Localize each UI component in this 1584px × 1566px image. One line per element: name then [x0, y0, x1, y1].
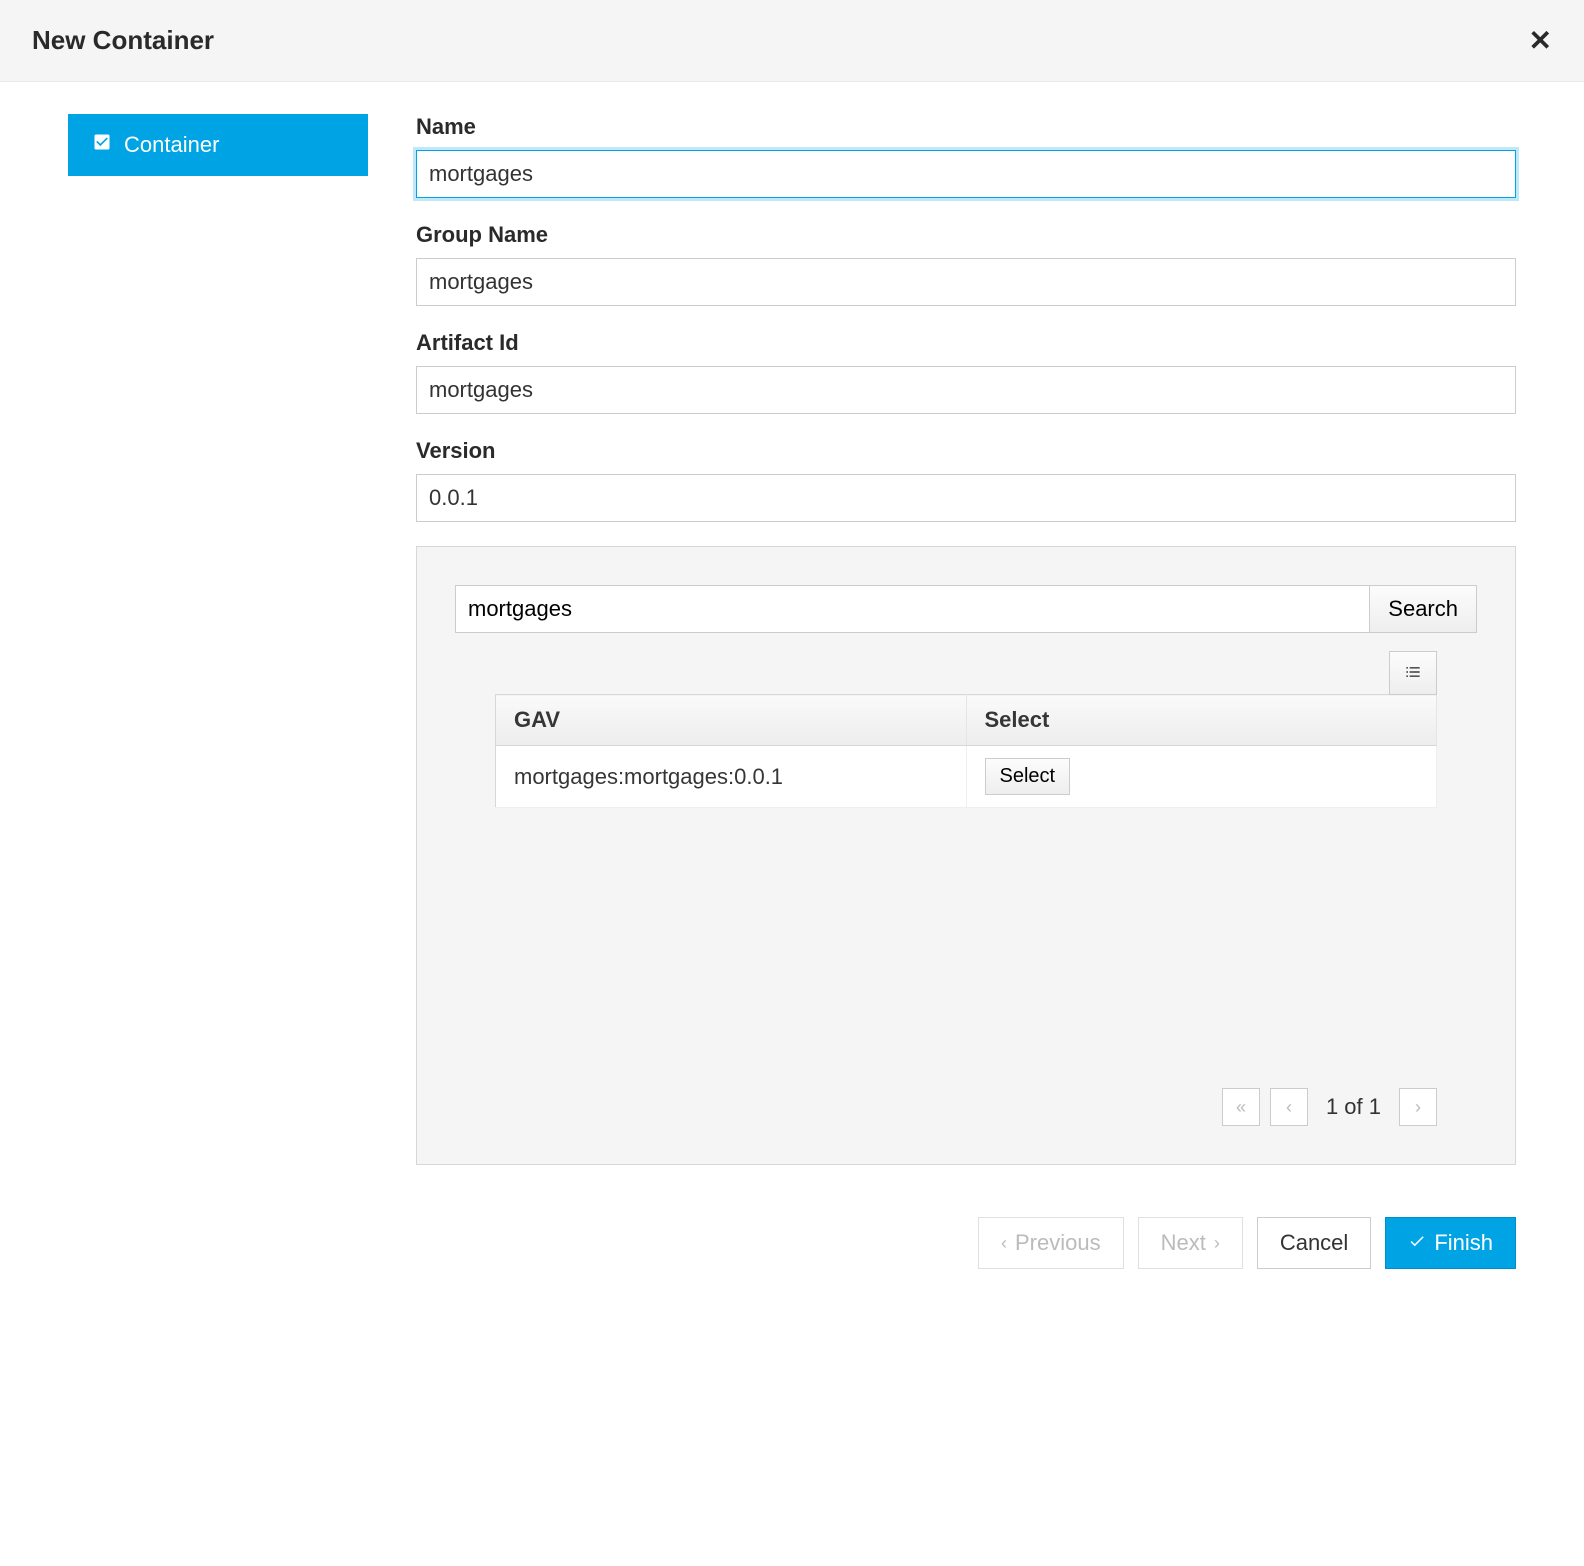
check-icon: [92, 132, 112, 158]
select-column-header[interactable]: Select: [966, 695, 1437, 746]
chevron-left-icon: ‹: [1001, 1233, 1007, 1254]
field-artifact-id: Artifact Id: [416, 330, 1516, 414]
wizard-title: New Container: [32, 25, 214, 56]
pager-first-button[interactable]: «: [1222, 1088, 1260, 1126]
select-result-button[interactable]: Select: [985, 758, 1071, 795]
search-panel: Search GAV Select mor: [416, 546, 1516, 1165]
next-button[interactable]: Next ›: [1138, 1217, 1243, 1269]
search-input[interactable]: [455, 585, 1370, 633]
next-label: Next: [1161, 1230, 1206, 1256]
close-icon: ✕: [1529, 25, 1552, 56]
wizard-header: New Container ✕: [0, 0, 1584, 82]
group-name-label: Group Name: [416, 222, 1516, 248]
previous-label: Previous: [1015, 1230, 1101, 1256]
field-name: Name: [416, 114, 1516, 198]
list-icon: [1403, 662, 1423, 685]
chevron-left-icon: ‹: [1286, 1097, 1292, 1118]
field-version: Version: [416, 438, 1516, 522]
check-icon: [1408, 1230, 1426, 1256]
finish-label: Finish: [1434, 1230, 1493, 1256]
list-toggle-row: [455, 651, 1477, 695]
select-cell: Select: [966, 746, 1437, 808]
sidebar-step-container[interactable]: Container: [68, 114, 368, 176]
chevron-right-icon: ›: [1415, 1097, 1421, 1118]
results-header-row: GAV Select: [496, 695, 1437, 746]
version-input[interactable]: [416, 474, 1516, 522]
artifact-id-input[interactable]: [416, 366, 1516, 414]
wizard-sidebar: Container: [68, 114, 368, 1165]
gav-cell: mortgages:mortgages:0.0.1: [496, 746, 967, 808]
close-button[interactable]: ✕: [1529, 24, 1552, 57]
previous-button[interactable]: ‹ Previous: [978, 1217, 1124, 1269]
results-table: GAV Select mortgages:mortgages:0.0.1 Sel…: [495, 694, 1437, 808]
sidebar-step-label: Container: [124, 132, 219, 158]
field-group-name: Group Name: [416, 222, 1516, 306]
name-input[interactable]: [416, 150, 1516, 198]
pager: « ‹ 1 of 1 ›: [455, 1088, 1477, 1126]
chevron-double-left-icon: «: [1236, 1097, 1246, 1118]
finish-button[interactable]: Finish: [1385, 1217, 1516, 1269]
chevron-right-icon: ›: [1214, 1233, 1220, 1254]
version-label: Version: [416, 438, 1516, 464]
pager-prev-button[interactable]: ‹: [1270, 1088, 1308, 1126]
pager-label: 1 of 1: [1318, 1094, 1389, 1120]
artifact-id-label: Artifact Id: [416, 330, 1516, 356]
list-view-toggle[interactable]: [1389, 651, 1437, 695]
name-label: Name: [416, 114, 1516, 140]
wizard-main: Name Group Name Artifact Id Version Sear…: [416, 114, 1516, 1165]
cancel-button[interactable]: Cancel: [1257, 1217, 1371, 1269]
group-name-input[interactable]: [416, 258, 1516, 306]
wizard-footer: ‹ Previous Next › Cancel Finish: [0, 1197, 1584, 1309]
gav-column-header[interactable]: GAV: [496, 695, 967, 746]
search-button[interactable]: Search: [1370, 585, 1477, 633]
wizard-body: Container Name Group Name Artifact Id Ve…: [0, 82, 1584, 1197]
search-row: Search: [455, 585, 1477, 633]
pager-next-button[interactable]: ›: [1399, 1088, 1437, 1126]
table-row: mortgages:mortgages:0.0.1 Select: [496, 746, 1437, 808]
